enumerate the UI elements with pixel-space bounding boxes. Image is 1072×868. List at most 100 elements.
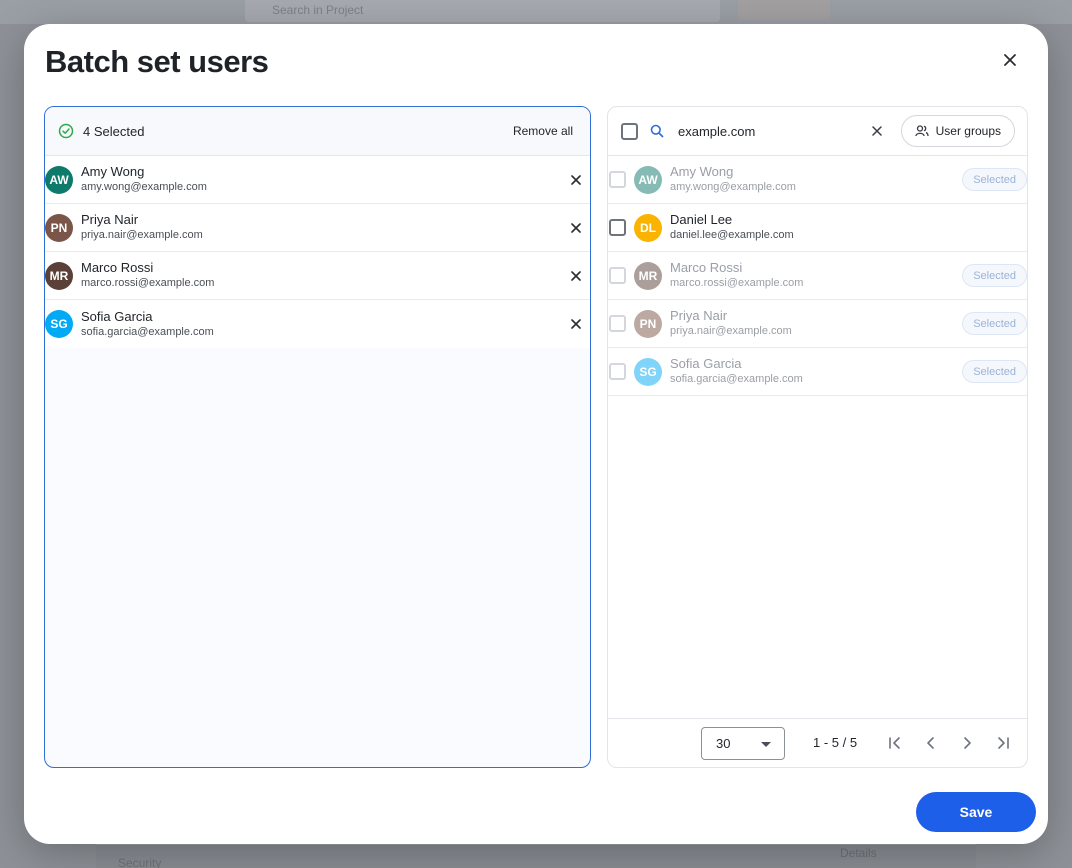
user-email: amy.wong@example.com — [670, 181, 796, 193]
close-button[interactable] — [996, 46, 1024, 74]
user-name: Sofia Garcia — [670, 356, 742, 371]
user-email: priya.nair@example.com — [670, 325, 792, 337]
avatar: SG — [45, 310, 73, 338]
user-search-header: example.com User groups — [608, 107, 1027, 156]
selected-user-row: AW Amy Wong amy.wong@example.com — [45, 156, 590, 204]
close-icon — [571, 271, 581, 281]
selected-badge: Selected — [962, 360, 1027, 383]
search-input[interactable]: example.com — [678, 124, 869, 139]
selected-user-row: MR Marco Rossi marco.rossi@example.com — [45, 252, 590, 300]
close-icon — [1004, 54, 1016, 66]
selected-badge: Selected — [962, 312, 1027, 335]
user-info: Marco Rossi marco.rossi@example.com — [670, 260, 803, 291]
user-email: sofia.garcia@example.com — [81, 325, 214, 338]
user-info: Priya Nair priya.nair@example.com — [670, 308, 792, 339]
user-name: Amy Wong — [81, 164, 145, 179]
avatar: PN — [634, 309, 662, 338]
avatar: AW — [45, 165, 73, 194]
user-name: Priya Nair — [81, 212, 139, 227]
user-result-row[interactable]: MR Marco Rossi marco.rossi@example.com Sele… — [608, 252, 1027, 300]
user-result-row[interactable]: PN Priya Nair priya.nair@example.com Select… — [608, 300, 1027, 348]
user-email: sofia.garcia@example.com — [670, 373, 803, 385]
remove-user-button[interactable] — [568, 220, 584, 236]
chevron-left-icon — [927, 737, 934, 749]
batch-set-users-dialog: Batch set users 4 Selected Remove all AW… — [24, 24, 1048, 844]
search-results-list: AW Amy Wong amy.wong@example.com Selected DL… — [608, 156, 1027, 396]
page-size-value: 30 — [716, 736, 731, 751]
first-page-button[interactable] — [883, 731, 907, 755]
user-email: daniel.lee@example.com — [670, 229, 794, 241]
avatar: MR — [634, 261, 662, 290]
selected-user-row: PN Priya Nair priya.nair@example.com — [45, 204, 590, 252]
close-icon — [871, 126, 882, 136]
search-icon — [650, 124, 664, 138]
user-email: priya.nair@example.com — [81, 229, 203, 241]
pagination-bar: 30 1 - 5 / 5 — [608, 718, 1027, 767]
close-icon — [571, 175, 581, 185]
selected-users-panel: 4 Selected Remove all AW Amy Wong amy.wong… — [44, 106, 591, 768]
remove-user-button[interactable] — [568, 316, 584, 332]
user-info: Priya Nair priya.nair@example.com — [81, 212, 203, 243]
user-name: Marco Rossi — [81, 260, 154, 275]
close-icon — [571, 223, 581, 233]
dialog-title: Batch set users — [45, 44, 269, 79]
avatar: AW — [634, 165, 662, 194]
avatar: MR — [45, 261, 73, 290]
avatar: SG — [634, 357, 662, 386]
user-checkbox[interactable] — [609, 363, 626, 380]
user-email: marco.rossi@example.com — [81, 277, 215, 289]
user-name: Amy Wong — [670, 164, 734, 179]
first-page-icon — [889, 737, 900, 749]
user-name: Daniel Lee — [670, 212, 733, 227]
chevron-down-icon — [761, 742, 771, 747]
remove-user-button[interactable] — [568, 172, 584, 188]
chevron-right-icon — [964, 737, 971, 749]
user-name: Sofia Garcia — [81, 308, 153, 324]
select-all-checkbox[interactable] — [621, 122, 638, 140]
previous-page-button[interactable] — [919, 731, 943, 755]
user-name: Marco Rossi — [670, 260, 743, 275]
avatar: PN — [45, 213, 73, 242]
selected-badge: Selected — [962, 264, 1027, 287]
page-size-select[interactable]: 30 — [701, 727, 785, 760]
background-chip — [738, 0, 830, 20]
user-info: Amy Wong amy.wong@example.com — [81, 164, 207, 195]
avatar: DL — [634, 213, 662, 242]
selected-badge: Selected — [962, 168, 1027, 191]
selected-count: 4 Selected — [83, 123, 145, 139]
last-page-button[interactable] — [991, 731, 1015, 755]
user-info: Daniel Lee daniel.lee@example.com — [670, 212, 794, 243]
user-name: Priya Nair — [670, 308, 728, 323]
selected-users-header: 4 Selected Remove all — [45, 107, 590, 156]
background-bottom-right: Details — [840, 846, 877, 860]
user-info: Sofia Garcia sofia.garcia@example.com — [670, 356, 803, 387]
remove-user-button[interactable] — [568, 268, 584, 284]
users-icon — [914, 125, 929, 137]
user-result-row[interactable]: AW Amy Wong amy.wong@example.com Selected — [608, 156, 1027, 204]
background-bottom-left: Security — [118, 856, 162, 868]
save-button[interactable]: Save — [916, 792, 1036, 832]
user-checkbox[interactable] — [609, 267, 626, 284]
selected-users-list: AW Amy Wong amy.wong@example.com PN Priya Na… — [45, 156, 590, 348]
user-result-row[interactable]: SG Sofia Garcia sofia.garcia@example.com Se… — [608, 348, 1027, 396]
next-page-button[interactable] — [955, 731, 979, 755]
user-checkbox[interactable] — [609, 171, 626, 188]
check-circle-icon — [58, 123, 74, 139]
user-checkbox[interactable] — [609, 219, 626, 236]
user-result-row[interactable]: DL Daniel Lee daniel.lee@example.com — [608, 204, 1027, 252]
user-info: Amy Wong amy.wong@example.com — [670, 164, 796, 195]
clear-search-button[interactable] — [869, 123, 885, 139]
user-email: marco.rossi@example.com — [670, 277, 804, 289]
user-search-panel: example.com User groups AW Amy Wong amy.wo… — [607, 106, 1028, 768]
last-page-icon — [998, 737, 1009, 749]
background-search-hint: Search in Project — [272, 3, 364, 17]
user-info: Sofia Garcia sofia.garcia@example.com — [81, 309, 214, 340]
close-icon — [571, 319, 581, 329]
user-groups-button[interactable]: User groups — [900, 115, 1015, 147]
user-checkbox[interactable] — [609, 315, 626, 332]
remove-all-button[interactable]: Remove all — [513, 124, 573, 138]
page-range: 1 - 5 / 5 — [813, 735, 858, 750]
user-groups-label: User groups — [935, 124, 1001, 138]
user-info: Marco Rossi marco.rossi@example.com — [81, 260, 214, 291]
selected-user-row: SG Sofia Garcia sofia.garcia@example.com — [45, 300, 590, 348]
